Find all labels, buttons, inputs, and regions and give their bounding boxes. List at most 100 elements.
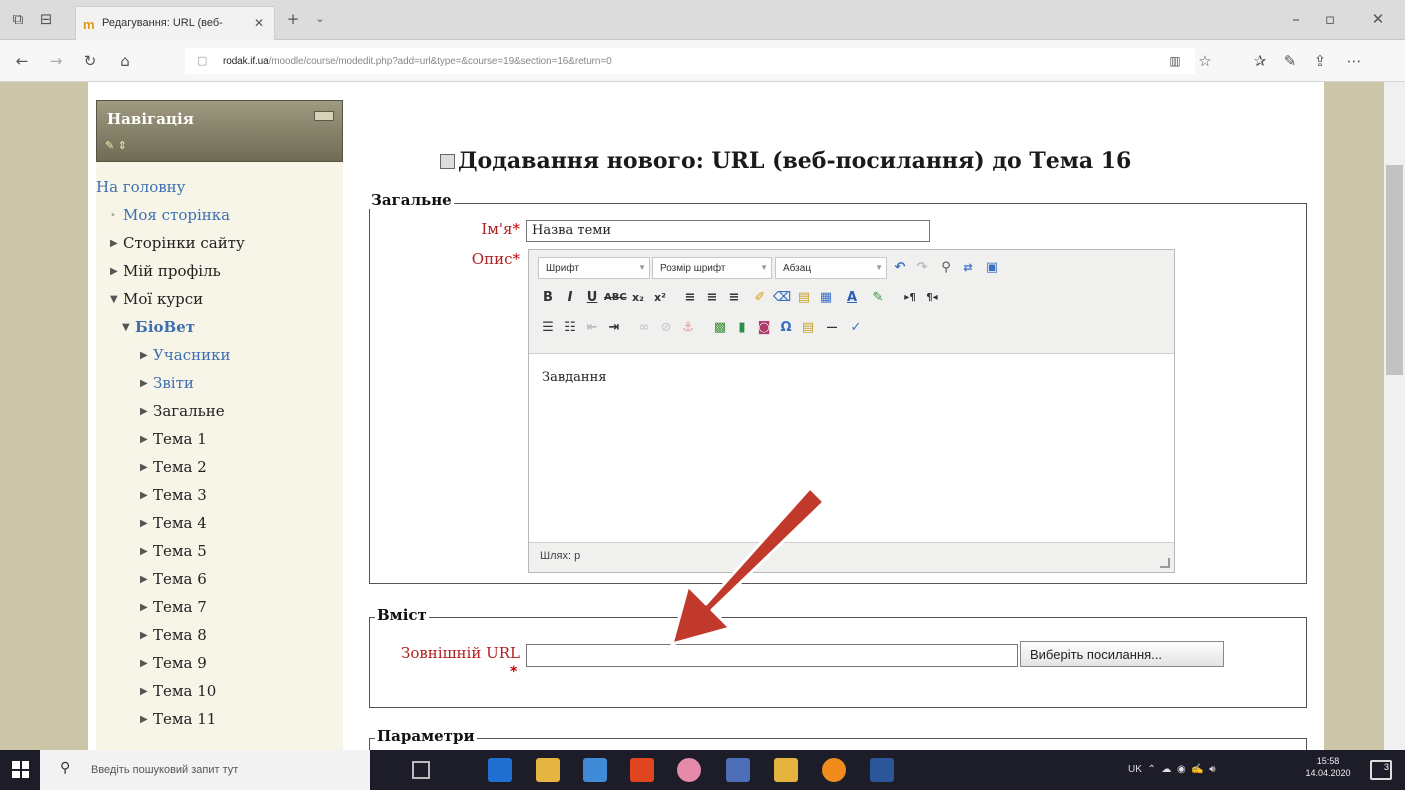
expand-triangle-icon[interactable]: ▶: [140, 574, 153, 585]
media-icon[interactable]: ▮: [732, 317, 752, 339]
nav-item-topic-2[interactable]: ▶ Тема 2: [140, 455, 207, 479]
align-right-icon[interactable]: ≡: [724, 287, 744, 309]
tab-aside-icon[interactable]: ⊟: [36, 9, 56, 29]
browser-tab[interactable]: m Редагування: URL (веб- ✕: [75, 6, 275, 40]
expand-triangle-icon[interactable]: ▶: [140, 378, 153, 389]
expand-triangle-icon[interactable]: ▶: [110, 238, 123, 249]
nav-item-topic-1[interactable]: ▶ Тема 1: [140, 427, 207, 451]
nav-item-general[interactable]: ▶ Загальне: [140, 399, 225, 423]
back-icon[interactable]: ←: [12, 51, 32, 71]
expand-triangle-icon[interactable]: ▶: [140, 350, 153, 361]
expand-triangle-icon[interactable]: ▶: [140, 546, 153, 557]
expand-triangle-icon[interactable]: ▶: [140, 462, 153, 473]
erase-format-icon[interactable]: ⌫: [772, 287, 792, 309]
taskbar-clock[interactable]: 15:58 14.04.2020: [1300, 755, 1356, 779]
language-indicator[interactable]: UK: [1128, 764, 1142, 775]
reading-view-icon[interactable]: ▥: [1165, 51, 1185, 71]
scrollbar-thumb[interactable]: [1386, 165, 1403, 375]
bullet-list-icon[interactable]: ☰: [538, 317, 558, 339]
pen-notes-icon[interactable]: ✎: [1280, 51, 1300, 71]
nav-item-topic-5[interactable]: ▶ Тема 5: [140, 539, 207, 563]
tab-actions-icon[interactable]: ⧉: [8, 9, 28, 29]
page-info-icon[interactable]: ▢: [197, 51, 207, 71]
nav-item-topic-10[interactable]: ▶ Тема 10: [140, 679, 216, 703]
nav-item-reports[interactable]: ▶ Звіти: [140, 371, 194, 395]
nav-item-topic-11[interactable]: ▶ Тема 11: [140, 707, 216, 731]
special-char-icon[interactable]: Ω: [776, 317, 796, 339]
anchor-icon[interactable]: ⚓: [678, 317, 698, 339]
bold-icon[interactable]: B: [538, 287, 558, 309]
edge-browser-icon[interactable]: [488, 758, 512, 782]
strikethrough-icon[interactable]: ABC: [604, 287, 627, 309]
mail-app-icon[interactable]: [726, 758, 750, 782]
link-icon[interactable]: ∞: [634, 317, 654, 339]
favorite-star-icon[interactable]: ☆: [1195, 51, 1215, 71]
paste-text-icon[interactable]: ▤: [794, 287, 814, 309]
url-field[interactable]: ▢ rodak.if.ua/moodle/course/modedit.php?…: [185, 48, 1195, 74]
expand-triangle-icon[interactable]: ▶: [110, 266, 123, 277]
nav-item-topic-7[interactable]: ▶ Тема 7: [140, 595, 207, 619]
fullscreen-icon[interactable]: ▣: [982, 257, 1002, 279]
home-icon[interactable]: ⌂: [115, 51, 135, 71]
replace-icon[interactable]: ⇄: [958, 257, 978, 279]
firefox-icon[interactable]: [822, 758, 846, 782]
name-input[interactable]: Назва теми: [526, 220, 930, 242]
expand-triangle-icon[interactable]: ▶: [140, 518, 153, 529]
nav-item-course-biovet[interactable]: ▼ БіоВет: [122, 315, 195, 339]
taskbar-search-box[interactable]: ⚲ Введіть пошуковий запит тут: [40, 750, 370, 790]
find-icon[interactable]: ⚲: [936, 257, 956, 279]
nav-item-topic-4[interactable]: ▶ Тема 4: [140, 511, 207, 535]
notification-center-icon[interactable]: 3: [1370, 760, 1392, 780]
network-icon[interactable]: ◉: [1177, 764, 1186, 775]
nav-item-participants[interactable]: ▶ Учасники: [140, 343, 230, 367]
resize-handle-icon[interactable]: [1160, 558, 1170, 568]
superscript-icon[interactable]: x²: [650, 287, 670, 309]
nav-item-home[interactable]: На головну: [96, 175, 186, 199]
file-explorer-icon[interactable]: [774, 758, 798, 782]
nav-item-topic-9[interactable]: ▶ Тема 9: [140, 651, 207, 675]
font-size-select[interactable]: Розмір шрифт ▼: [652, 257, 772, 279]
windows-start-icon[interactable]: [12, 761, 29, 778]
store-icon[interactable]: [536, 758, 560, 782]
underline-icon[interactable]: U: [582, 287, 602, 309]
indent-icon[interactable]: ⇥: [604, 317, 624, 339]
undo-icon[interactable]: ↶: [890, 257, 910, 279]
highlight-color-icon[interactable]: ✎: [868, 287, 888, 309]
horizontal-rule-icon[interactable]: ―: [822, 317, 842, 339]
collapse-triangle-icon[interactable]: ▼: [122, 322, 135, 333]
choose-link-button[interactable]: Виберіть посилання...: [1020, 641, 1224, 667]
expand-triangle-icon[interactable]: ▶: [140, 658, 153, 669]
expand-triangle-icon[interactable]: ▶: [140, 714, 153, 725]
cloud-app-icon[interactable]: [583, 758, 607, 782]
nav-item-site-pages[interactable]: ▶ Сторінки сайту: [110, 231, 245, 255]
nav-item-my-page[interactable]: • Моя сторінка: [110, 203, 230, 227]
share-icon[interactable]: ⇪: [1310, 51, 1330, 71]
font-family-select[interactable]: Шрифт ▼: [538, 257, 650, 279]
tray-chevron-icon[interactable]: ⌃: [1147, 764, 1155, 775]
tab-list-chevron-icon[interactable]: ⌄: [310, 9, 330, 29]
minimize-icon[interactable]: –: [1284, 9, 1308, 29]
nav-item-topic-3[interactable]: ▶ Тема 3: [140, 483, 207, 507]
rtl-icon[interactable]: ¶◂: [922, 287, 942, 309]
table-icon[interactable]: ▤: [798, 317, 818, 339]
block-edit-icons[interactable]: ✎ ⇕: [105, 139, 127, 152]
system-tray[interactable]: UK ⌃ ☁ ◉ ✍ 🔊︎: [1128, 764, 1216, 775]
nav-item-my-courses[interactable]: ▼ Мої курси: [110, 287, 203, 311]
nav-item-my-profile[interactable]: ▶ Мій профіль: [110, 259, 221, 283]
office-icon[interactable]: [630, 758, 654, 782]
new-tab-icon[interactable]: +: [283, 9, 303, 29]
italic-icon[interactable]: I: [560, 287, 580, 309]
collapse-triangle-icon[interactable]: ▼: [110, 294, 123, 305]
dock-block-icon[interactable]: [314, 111, 334, 121]
pen-workspace-icon[interactable]: ✍: [1191, 764, 1203, 775]
word-icon[interactable]: [870, 758, 894, 782]
more-menu-icon[interactable]: ⋯: [1342, 51, 1366, 71]
redo-icon[interactable]: ↷: [912, 257, 932, 279]
close-window-icon[interactable]: ✕: [1366, 9, 1390, 29]
unlink-icon[interactable]: ⊘: [656, 317, 676, 339]
task-view-icon[interactable]: [412, 761, 430, 779]
subscript-icon[interactable]: x₂: [628, 287, 648, 309]
forward-icon[interactable]: →: [46, 51, 66, 71]
image-icon[interactable]: ▩: [710, 317, 730, 339]
numbered-list-icon[interactable]: ☷: [560, 317, 580, 339]
